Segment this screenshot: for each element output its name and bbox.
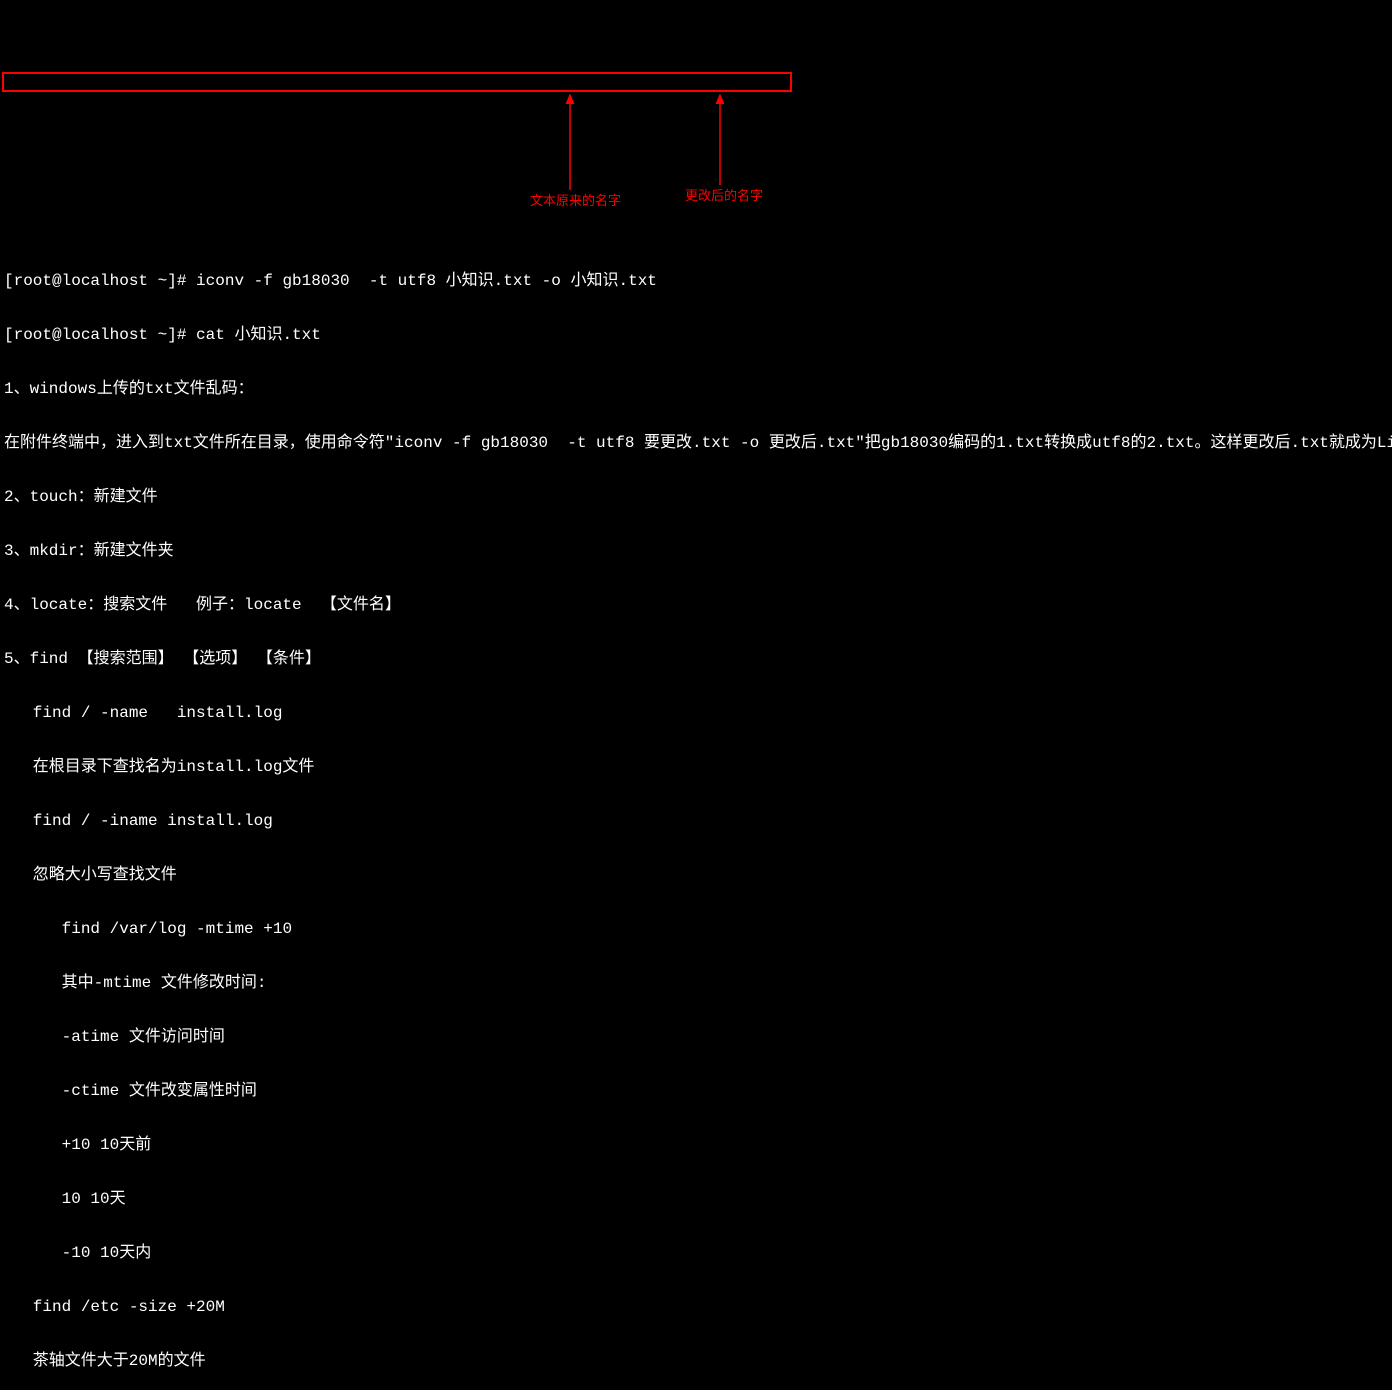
terminal-line: 在附件终端中，进入到txt文件所在目录，使用命令符"iconv -f gb180… [4, 434, 1388, 452]
terminal-line: 3、mkdir：新建文件夹 [4, 542, 1388, 560]
annotation-modified-name: 更改后的名字 [685, 187, 763, 205]
terminal-line: find /etc -size +20M [4, 1298, 1388, 1316]
prompt-text: [root@localhost ~]# [4, 272, 196, 290]
terminal-line: -ctime 文件改变属性时间 [4, 1082, 1388, 1100]
terminal-line-prompt-2: [root@localhost ~]# cat 小知识.txt [4, 326, 1388, 344]
terminal-line: find /var/log -mtime +10 [4, 920, 1388, 938]
terminal-line: 茶轴文件大于20M的文件 [4, 1352, 1388, 1370]
terminal-line: find / -iname install.log [4, 812, 1388, 830]
prompt-text: [root@localhost ~]# [4, 326, 196, 344]
terminal-line: -atime 文件访问时间 [4, 1028, 1388, 1046]
terminal-line: 1、windows上传的txt文件乱码： [4, 380, 1388, 398]
terminal-line: 5、find 【搜索范围】 【选项】 【条件】 [4, 650, 1388, 668]
arrow-2 [695, 90, 735, 190]
terminal-line: +10 10天前 [4, 1136, 1388, 1154]
command-text: cat 小知识.txt [196, 326, 321, 344]
terminal-line: find / -name install.log [4, 704, 1388, 722]
annotation-original-name: 文本原来的名字 [530, 192, 621, 210]
terminal-line: 在根目录下查找名为install.log文件 [4, 758, 1388, 776]
command-text: iconv -f gb18030 -t utf8 小知识.txt -o 小知识.… [196, 272, 657, 290]
terminal-line: 忽略大小写查找文件 [4, 866, 1388, 884]
terminal-line-prompt-1: [root@localhost ~]# iconv -f gb18030 -t … [4, 272, 1388, 290]
terminal-output[interactable]: 文本原来的名字 更改后的名字 [root@localhost ~]# iconv… [0, 72, 1392, 1390]
arrow-1 [545, 90, 585, 195]
terminal-line: -10 10天内 [4, 1244, 1388, 1262]
terminal-line: 10 10天 [4, 1190, 1388, 1208]
highlight-rectangle [2, 72, 792, 92]
terminal-line: 2、touch：新建文件 [4, 488, 1388, 506]
terminal-line: 其中-mtime 文件修改时间: [4, 974, 1388, 992]
terminal-line: 4、locate：搜索文件 例子：locate 【文件名】 [4, 596, 1388, 614]
